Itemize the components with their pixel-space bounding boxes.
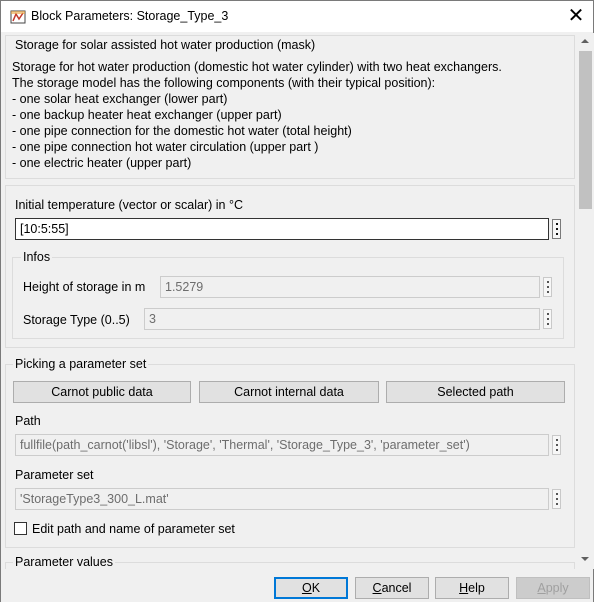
- scrollbar-thumb[interactable]: [579, 51, 592, 209]
- close-icon[interactable]: ✕: [559, 1, 593, 32]
- simulink-block-icon: [10, 10, 26, 24]
- dialog-button-bar: OK Cancel Help Apply: [1, 569, 593, 602]
- parameter-set-field: 'StorageType3_300_L.mat': [15, 488, 549, 510]
- help-button[interactable]: Help: [435, 577, 509, 599]
- vertical-ellipsis-icon: [552, 489, 561, 509]
- cancel-label: ancel: [381, 581, 412, 595]
- parameter-values-title: Parameter values: [13, 555, 115, 569]
- storage-type-label: Storage Type (0..5): [23, 313, 130, 327]
- mask-description: Storage for hot water production (domest…: [12, 59, 502, 171]
- description-line: - one electric heater (upper part): [12, 156, 192, 170]
- carnot-public-data-button[interactable]: Carnot public data: [13, 381, 191, 403]
- edit-path-checkbox[interactable]: [14, 522, 27, 535]
- apply-button[interactable]: Apply: [516, 577, 590, 599]
- path-field: fullfile(path_carnot('libsl'), 'Storage'…: [15, 434, 549, 456]
- initial-temperature-input[interactable]: [10:5:55]: [15, 218, 549, 240]
- description-line: - one pipe connection hot water circulat…: [12, 140, 319, 154]
- mask-title: Storage for solar assisted hot water pro…: [15, 38, 316, 52]
- selected-path-button[interactable]: Selected path: [386, 381, 565, 403]
- description-line: - one solar heat exchanger (lower part): [12, 92, 228, 106]
- apply-label: pply: [545, 581, 569, 595]
- picking-title: Picking a parameter set: [13, 357, 149, 371]
- help-label: elp: [468, 581, 485, 595]
- cancel-accelerator: C: [372, 581, 382, 595]
- ok-accelerator: O: [301, 581, 312, 595]
- vertical-ellipsis-icon: [552, 435, 561, 455]
- path-label: Path: [15, 414, 41, 428]
- vertical-scrollbar[interactable]: [577, 33, 594, 569]
- window-title: Block Parameters: Storage_Type_3: [31, 9, 229, 23]
- title-bar: Block Parameters: Storage_Type_3 ✕: [1, 1, 593, 32]
- vertical-ellipsis-icon: [543, 309, 552, 329]
- apply-accelerator: A: [537, 581, 546, 595]
- storage-type-field: 3: [144, 308, 540, 330]
- description-line: - one backup heater heat exchanger (uppe…: [12, 108, 282, 122]
- parameter-set-label: Parameter set: [15, 468, 94, 482]
- carnot-internal-data-button[interactable]: Carnot internal data: [199, 381, 379, 403]
- height-of-storage-field: 1.5279: [160, 276, 540, 298]
- description-line: - one pipe connection for the domestic h…: [12, 124, 352, 138]
- scroll-up-arrow-icon[interactable]: [581, 39, 589, 43]
- block-parameters-dialog: Block Parameters: Storage_Type_3 ✕ Stora…: [0, 0, 594, 602]
- help-accelerator: H: [459, 581, 469, 595]
- infos-title: Infos: [21, 250, 53, 264]
- description-line: The storage model has the following comp…: [12, 76, 436, 90]
- vertical-ellipsis-icon: [543, 277, 552, 297]
- ok-label: K: [311, 581, 321, 595]
- initial-temperature-label: Initial temperature (vector or scalar) i…: [15, 198, 243, 212]
- vertical-ellipsis-icon[interactable]: [552, 219, 561, 239]
- height-of-storage-label: Height of storage in m: [23, 280, 146, 294]
- description-line: Storage for hot water production (domest…: [12, 60, 502, 74]
- ok-button[interactable]: OK: [274, 577, 348, 599]
- scroll-down-arrow-icon[interactable]: [581, 557, 589, 561]
- edit-path-checkbox-label[interactable]: Edit path and name of parameter set: [32, 522, 235, 536]
- cancel-button[interactable]: Cancel: [355, 577, 429, 599]
